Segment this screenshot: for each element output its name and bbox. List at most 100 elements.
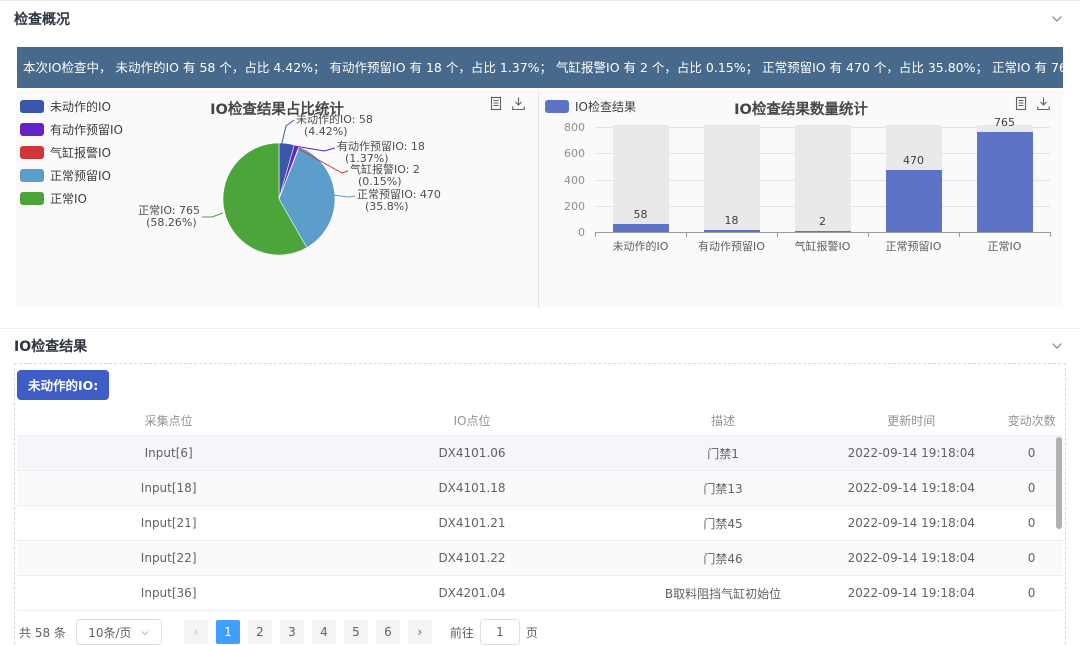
table-cell: 门禁13: [624, 480, 823, 497]
bar[interactable]: [613, 224, 669, 232]
table-cell: 2022-09-14 19:18:04: [822, 481, 1000, 495]
page-size-select[interactable]: 10条/页: [76, 619, 162, 645]
axis-tick: [595, 233, 596, 237]
column-header: 采集点位: [17, 412, 320, 429]
pie-label: 正常预留IO: 470(35.8%): [357, 189, 441, 213]
table-cell: Input[6]: [17, 446, 320, 460]
bar-chart-panel: IO检查结果 IO检查结果数量统计 020040060080058未动作的IO1…: [539, 90, 1063, 308]
table-scrollbar[interactable]: [1056, 437, 1062, 529]
overview-section-header[interactable]: 检查概况: [0, 1, 1080, 37]
bar[interactable]: [977, 132, 1033, 232]
bar-value-label: 765: [975, 116, 1035, 129]
category-badge: 未动作的IO:: [17, 370, 109, 400]
x-axis-category-label: 正常IO: [960, 238, 1050, 254]
table-row[interactable]: Input[6]DX4101.06门禁12022-09-14 19:18:040: [17, 436, 1063, 471]
axis-tick: [868, 233, 869, 237]
table-row[interactable]: Input[18]DX4101.18门禁132022-09-14 19:18:0…: [17, 471, 1063, 506]
summary-banner: 本次IO检查中， 未动作的IO 有 58 个，占比 4.42%； 有动作预留IO…: [17, 47, 1063, 88]
column-header: 描述: [624, 412, 823, 429]
axis-tick: [959, 233, 960, 237]
charts-row: 未动作的IO有动作预留IO气缸报警IO正常预留IO正常IO IO检查结果占比统计…: [16, 90, 1063, 308]
page-button-4[interactable]: 4: [312, 620, 336, 644]
results-section-title: IO检查结果: [14, 336, 87, 356]
pie-label: 有动作预留IO: 18(1.37%): [337, 141, 425, 165]
y-axis-tick-label: 400: [541, 174, 585, 187]
results-section-header[interactable]: IO检查结果: [0, 329, 1080, 363]
table-cell: 门禁1: [624, 445, 823, 462]
next-page-button[interactable]: ›: [408, 620, 432, 644]
x-axis-category-label: 有动作预留IO: [687, 238, 777, 254]
table-cell: 0: [1000, 481, 1063, 495]
x-axis-category-label: 正常预留IO: [869, 238, 959, 254]
page-button-2[interactable]: 2: [248, 620, 272, 644]
y-axis-tick-label: 200: [541, 200, 585, 213]
table-cell: DX4101.06: [320, 446, 623, 460]
table-header-row: 采集点位IO点位描述更新时间变动次数: [17, 406, 1063, 436]
pagination: 共 58 条 10条/页 ‹ 123456 › 前往 页: [17, 611, 1063, 646]
table-cell: Input[22]: [17, 551, 320, 565]
table-cell: 0: [1000, 446, 1063, 460]
pie-label-line: [202, 213, 223, 217]
page-button-5[interactable]: 5: [344, 620, 368, 644]
bar[interactable]: [886, 170, 942, 232]
axis-tick: [1050, 233, 1051, 237]
chevron-down-icon[interactable]: [1050, 339, 1064, 353]
table-row[interactable]: Input[21]DX4101.21门禁452022-09-14 19:18:0…: [17, 506, 1063, 541]
page-button-6[interactable]: 6: [376, 620, 400, 644]
bar-value-label: 2: [793, 215, 853, 228]
pagination-total: 共 58 条: [19, 624, 66, 641]
table-cell: 门禁46: [624, 550, 823, 567]
pie-label: 未动作的IO: 58(4.42%): [296, 114, 373, 138]
overview-section-title: 检查概况: [14, 9, 70, 29]
page-button-3[interactable]: 3: [280, 620, 304, 644]
results-container: 未动作的IO: 采集点位IO点位描述更新时间变动次数 Input[6]DX410…: [14, 363, 1066, 646]
table-cell: 2022-09-14 19:18:04: [822, 586, 1000, 600]
axis-tick: [686, 233, 687, 237]
column-header: 更新时间: [822, 412, 1000, 429]
table-cell: B取料阻挡气缸初始位: [624, 585, 823, 602]
table-cell: 门禁45: [624, 515, 823, 532]
pie-chart-panel: 未动作的IO有动作预留IO气缸报警IO正常预留IO正常IO IO检查结果占比统计…: [16, 90, 538, 308]
x-axis-category-label: 未动作的IO: [596, 238, 686, 254]
table-cell: 0: [1000, 586, 1063, 600]
axis-tick: [777, 233, 778, 237]
column-header: IO点位: [320, 412, 623, 429]
y-axis-tick-label: 0: [541, 226, 585, 239]
goto-suffix: 页: [526, 624, 538, 641]
table-cell: 2022-09-14 19:18:04: [822, 446, 1000, 460]
table-cell: Input[18]: [17, 481, 320, 495]
table-cell: 0: [1000, 516, 1063, 530]
pie-label-line: [333, 195, 355, 197]
table-cell: DX4101.18: [320, 481, 623, 495]
y-axis-tick-label: 800: [541, 121, 585, 134]
bar-chart[interactable]: 020040060080058未动作的IO18有动作预留IO2气缸报警IO470…: [539, 90, 1063, 308]
results-section: IO检查结果 未动作的IO: 采集点位IO点位描述更新时间变动次数 Input[…: [0, 328, 1080, 646]
results-table: 采集点位IO点位描述更新时间变动次数 Input[6]DX4101.06门禁12…: [17, 406, 1063, 611]
table-cell: DX4101.21: [320, 516, 623, 530]
table-cell: 0: [1000, 551, 1063, 565]
table-cell: DX4101.22: [320, 551, 623, 565]
table-cell: 2022-09-14 19:18:04: [822, 551, 1000, 565]
table-cell: DX4201.04: [320, 586, 623, 600]
prev-page-button[interactable]: ‹: [184, 620, 208, 644]
chevron-down-icon[interactable]: [1050, 12, 1064, 26]
column-header: 变动次数: [1000, 412, 1063, 429]
pie-label: 气缸报警IO: 2(0.15%): [350, 164, 420, 188]
x-axis-line: [595, 232, 1051, 233]
bar-value-label: 470: [884, 154, 944, 167]
pie-chart[interactable]: [16, 90, 538, 308]
table-row[interactable]: Input[22]DX4101.22门禁462022-09-14 19:18:0…: [17, 541, 1063, 576]
pie-label: 正常IO: 765(58.26%): [138, 205, 200, 229]
x-axis-category-label: 气缸报警IO: [778, 238, 868, 254]
table-cell: 2022-09-14 19:18:04: [822, 516, 1000, 530]
y-axis-tick-label: 600: [541, 147, 585, 160]
chevron-down-icon: [140, 628, 150, 638]
goto-label: 前往: [450, 624, 474, 641]
page-button-1[interactable]: 1: [216, 620, 240, 644]
goto-page-input[interactable]: [480, 619, 520, 645]
table-row[interactable]: Input[36]DX4201.04B取料阻挡气缸初始位2022-09-14 1…: [17, 576, 1063, 611]
table-cell: Input[36]: [17, 586, 320, 600]
table-cell: Input[21]: [17, 516, 320, 530]
bar-value-label: 58: [611, 208, 671, 221]
io-inspection-dashboard: 检查概况 本次IO检查中， 未动作的IO 有 58 个，占比 4.42%； 有动…: [0, 0, 1080, 646]
